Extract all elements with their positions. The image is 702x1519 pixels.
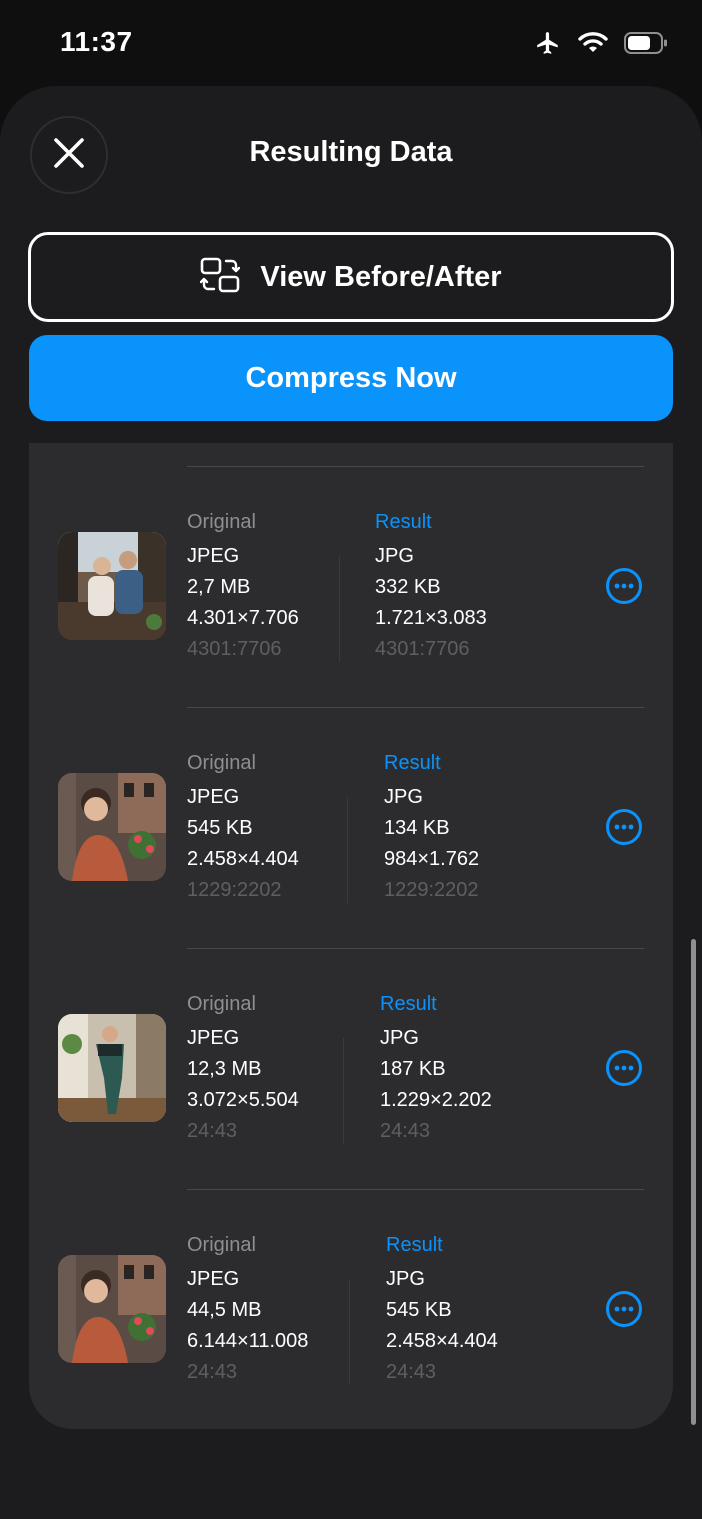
original-header: Original xyxy=(187,993,256,1015)
result-size: 187 KB xyxy=(380,1058,446,1080)
photo-thumbnail[interactable] xyxy=(58,1014,166,1122)
original-ratio: 1229:2202 xyxy=(187,879,282,901)
result-format: JPG xyxy=(375,545,414,567)
original-ratio: 4301:7706 xyxy=(187,638,282,660)
photo-thumbnail[interactable] xyxy=(58,532,166,640)
result-format: JPG xyxy=(386,1268,425,1290)
result-column: Result JPG 187 KB 1.229×2.202 24:43 xyxy=(380,992,492,1147)
result-size: 134 KB xyxy=(384,817,450,839)
photo-thumbnail[interactable] xyxy=(58,773,166,881)
column-divider xyxy=(339,556,340,662)
ellipsis-circle-icon xyxy=(606,568,642,604)
more-options-button[interactable] xyxy=(605,567,643,605)
result-size: 332 KB xyxy=(375,576,441,598)
original-dimensions: 3.072×5.504 xyxy=(187,1089,299,1111)
original-header: Original xyxy=(187,752,256,774)
result-header: Result xyxy=(384,752,441,774)
results-list[interactable]: Original JPEG 2,7 MB 4.301×7.706 4301:77… xyxy=(29,443,673,1429)
original-column: Original JPEG 545 KB 2.458×4.404 1229:22… xyxy=(187,751,299,906)
result-header: Result xyxy=(386,1234,443,1256)
column-divider xyxy=(343,1038,344,1144)
list-item: Original JPEG 44,5 MB 6.144×11.008 24:43… xyxy=(29,1189,673,1429)
photo-thumbnail[interactable] xyxy=(58,1255,166,1363)
list-item: Original JPEG 2,7 MB 4.301×7.706 4301:77… xyxy=(29,466,673,706)
row-divider xyxy=(187,466,644,467)
original-format: JPEG xyxy=(187,545,240,567)
original-dimensions: 4.301×7.706 xyxy=(187,607,299,629)
original-size: 2,7 MB xyxy=(187,576,251,598)
compare-icon xyxy=(200,257,241,298)
view-before-after-label: View Before/After xyxy=(260,260,502,293)
result-column: Result JPG 332 KB 1.721×3.083 4301:7706 xyxy=(375,510,487,665)
status-bar: 11:37 xyxy=(0,0,702,86)
result-size: 545 KB xyxy=(386,1299,452,1321)
column-divider xyxy=(347,797,348,903)
more-options-button[interactable] xyxy=(605,1049,643,1087)
original-format: JPEG xyxy=(187,786,240,808)
row-divider xyxy=(187,1189,644,1190)
result-header: Result xyxy=(380,993,437,1015)
column-divider xyxy=(349,1279,350,1385)
view-before-after-button[interactable]: View Before/After xyxy=(28,232,674,322)
result-ratio: 4301:7706 xyxy=(375,638,470,660)
compress-now-button[interactable]: Compress Now xyxy=(29,335,673,421)
status-icons xyxy=(534,30,668,61)
list-item: Original JPEG 545 KB 2.458×4.404 1229:22… xyxy=(29,707,673,947)
row-divider xyxy=(187,707,644,708)
original-size: 12,3 MB xyxy=(187,1058,262,1080)
sheet-title: Resulting Data xyxy=(249,136,453,168)
original-column: Original JPEG 2,7 MB 4.301×7.706 4301:77… xyxy=(187,510,299,665)
original-ratio: 24:43 xyxy=(187,1120,238,1142)
result-dimensions: 2.458×4.404 xyxy=(386,1330,498,1352)
scroll-indicator[interactable] xyxy=(691,939,696,1425)
result-dimensions: 984×1.762 xyxy=(384,848,480,870)
original-size: 44,5 MB xyxy=(187,1299,262,1321)
original-column: Original JPEG 12,3 MB 3.072×5.504 24:43 xyxy=(187,992,299,1147)
result-ratio: 24:43 xyxy=(386,1361,437,1383)
battery-icon xyxy=(624,31,668,60)
result-ratio: 24:43 xyxy=(380,1120,431,1142)
result-header: Result xyxy=(375,511,432,533)
result-column: Result JPG 545 KB 2.458×4.404 24:43 xyxy=(386,1233,498,1388)
original-format: JPEG xyxy=(187,1268,240,1290)
compress-now-label: Compress Now xyxy=(245,361,457,394)
more-options-button[interactable] xyxy=(605,808,643,846)
original-dimensions: 2.458×4.404 xyxy=(187,848,299,870)
original-size: 545 KB xyxy=(187,817,253,839)
result-format: JPG xyxy=(384,786,423,808)
airplane-icon xyxy=(534,30,562,61)
result-dimensions: 1.721×3.083 xyxy=(375,607,487,629)
list-item: Original JPEG 12,3 MB 3.072×5.504 24:43 … xyxy=(29,948,673,1188)
result-dimensions: 1.229×2.202 xyxy=(380,1089,492,1111)
original-header: Original xyxy=(187,511,256,533)
result-format: JPG xyxy=(380,1027,419,1049)
status-time: 11:37 xyxy=(60,26,133,57)
result-column: Result JPG 134 KB 984×1.762 1229:2202 xyxy=(384,751,479,906)
wifi-icon xyxy=(578,31,608,60)
original-column: Original JPEG 44,5 MB 6.144×11.008 24:43 xyxy=(187,1233,308,1388)
original-dimensions: 6.144×11.008 xyxy=(187,1330,309,1352)
ellipsis-circle-icon xyxy=(606,1050,642,1086)
ellipsis-circle-icon xyxy=(606,809,642,845)
results-sheet: Resulting Data View Before/After Compres… xyxy=(0,86,702,1519)
row-divider xyxy=(187,948,644,949)
ellipsis-circle-icon xyxy=(606,1291,642,1327)
original-header: Original xyxy=(187,1234,256,1256)
original-ratio: 24:43 xyxy=(187,1361,238,1383)
original-format: JPEG xyxy=(187,1027,240,1049)
result-ratio: 1229:2202 xyxy=(384,879,479,901)
more-options-button[interactable] xyxy=(605,1290,643,1328)
